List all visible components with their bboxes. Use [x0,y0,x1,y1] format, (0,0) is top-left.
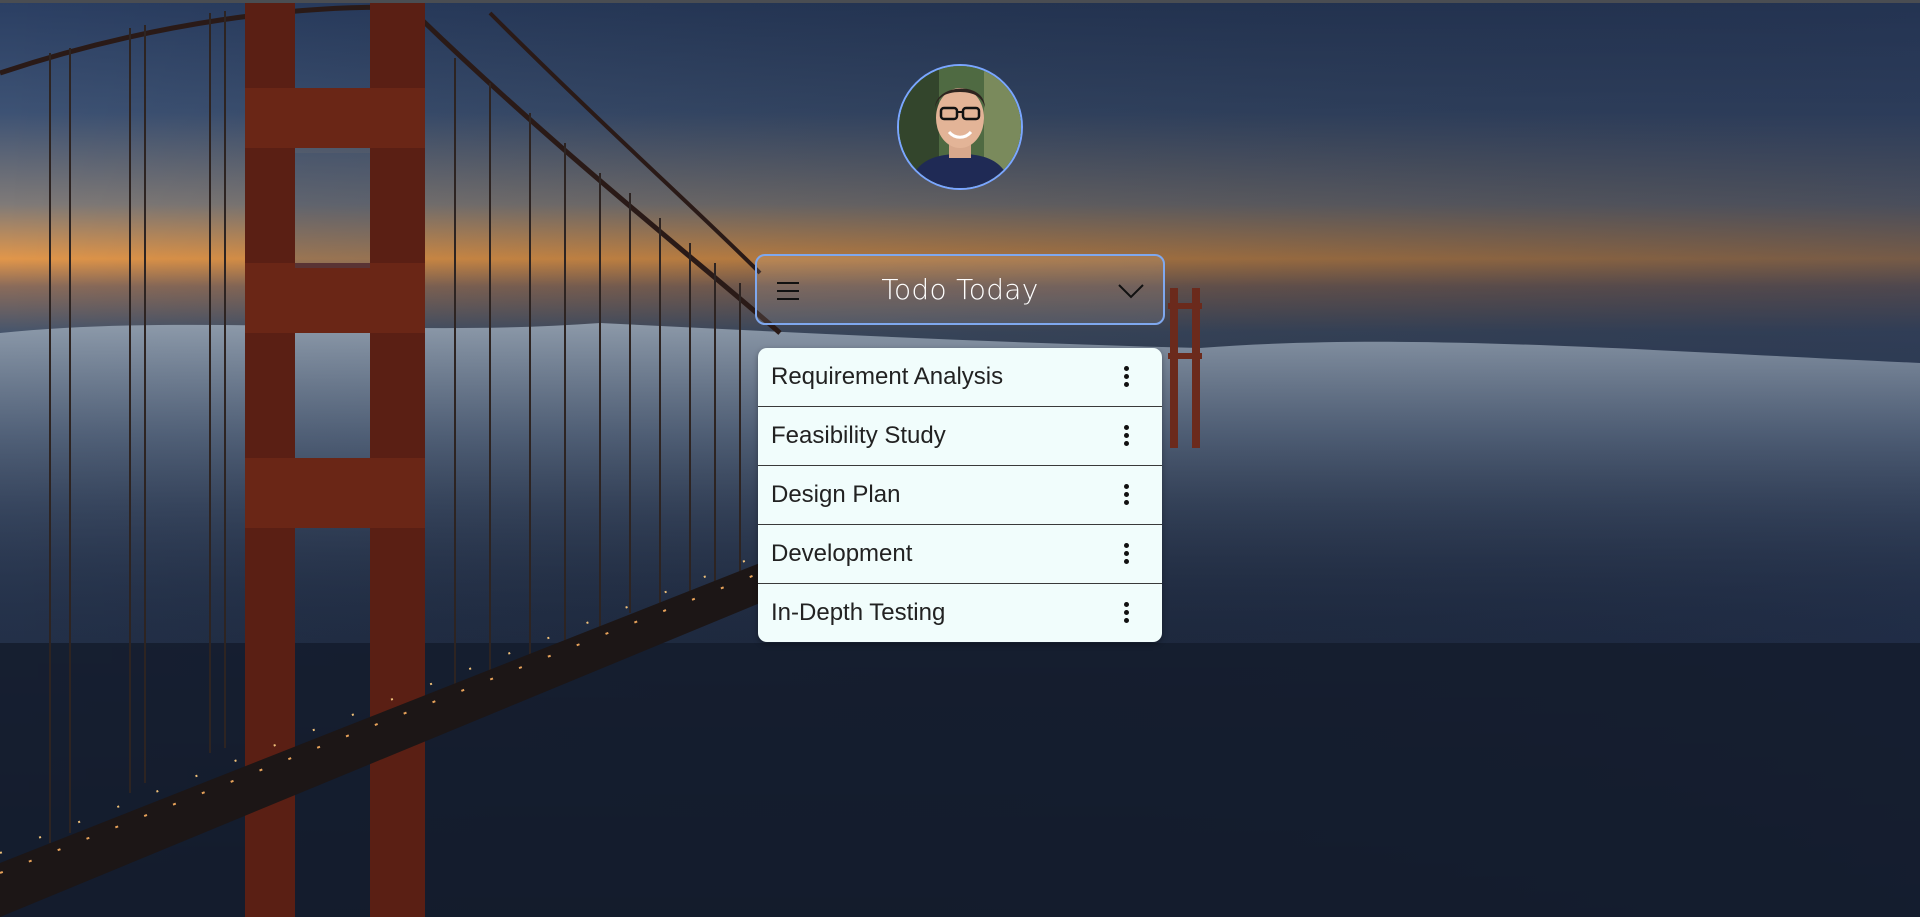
todo-item-label: Development [771,540,913,567]
todo-item-label: Feasibility Study [771,422,946,449]
todo-item[interactable]: Development [758,525,1162,584]
todo-item[interactable]: Design Plan [758,466,1162,525]
kebab-menu-icon[interactable] [1123,543,1129,565]
todo-item-label: Design Plan [771,481,901,508]
profile-avatar[interactable] [897,64,1023,190]
todo-item[interactable]: Feasibility Study [758,407,1162,466]
chevron-down-icon[interactable] [1117,282,1145,300]
kebab-menu-icon[interactable] [1123,425,1129,447]
list-title: Todo Today [881,273,1039,306]
todo-item[interactable]: In-Depth Testing [758,584,1162,642]
todo-item-label: Requirement Analysis [771,363,1004,390]
kebab-menu-icon[interactable] [1123,484,1129,506]
todo-list-header: Todo Today [755,254,1165,325]
kebab-menu-icon[interactable] [1123,366,1129,388]
todo-item[interactable]: Requirement Analysis [758,348,1162,407]
kebab-menu-icon[interactable] [1123,602,1129,624]
user-avatar-icon [899,66,1021,188]
todo-list: Requirement Analysis Feasibility Study D… [758,348,1162,642]
todo-item-label: In-Depth Testing [771,599,946,626]
